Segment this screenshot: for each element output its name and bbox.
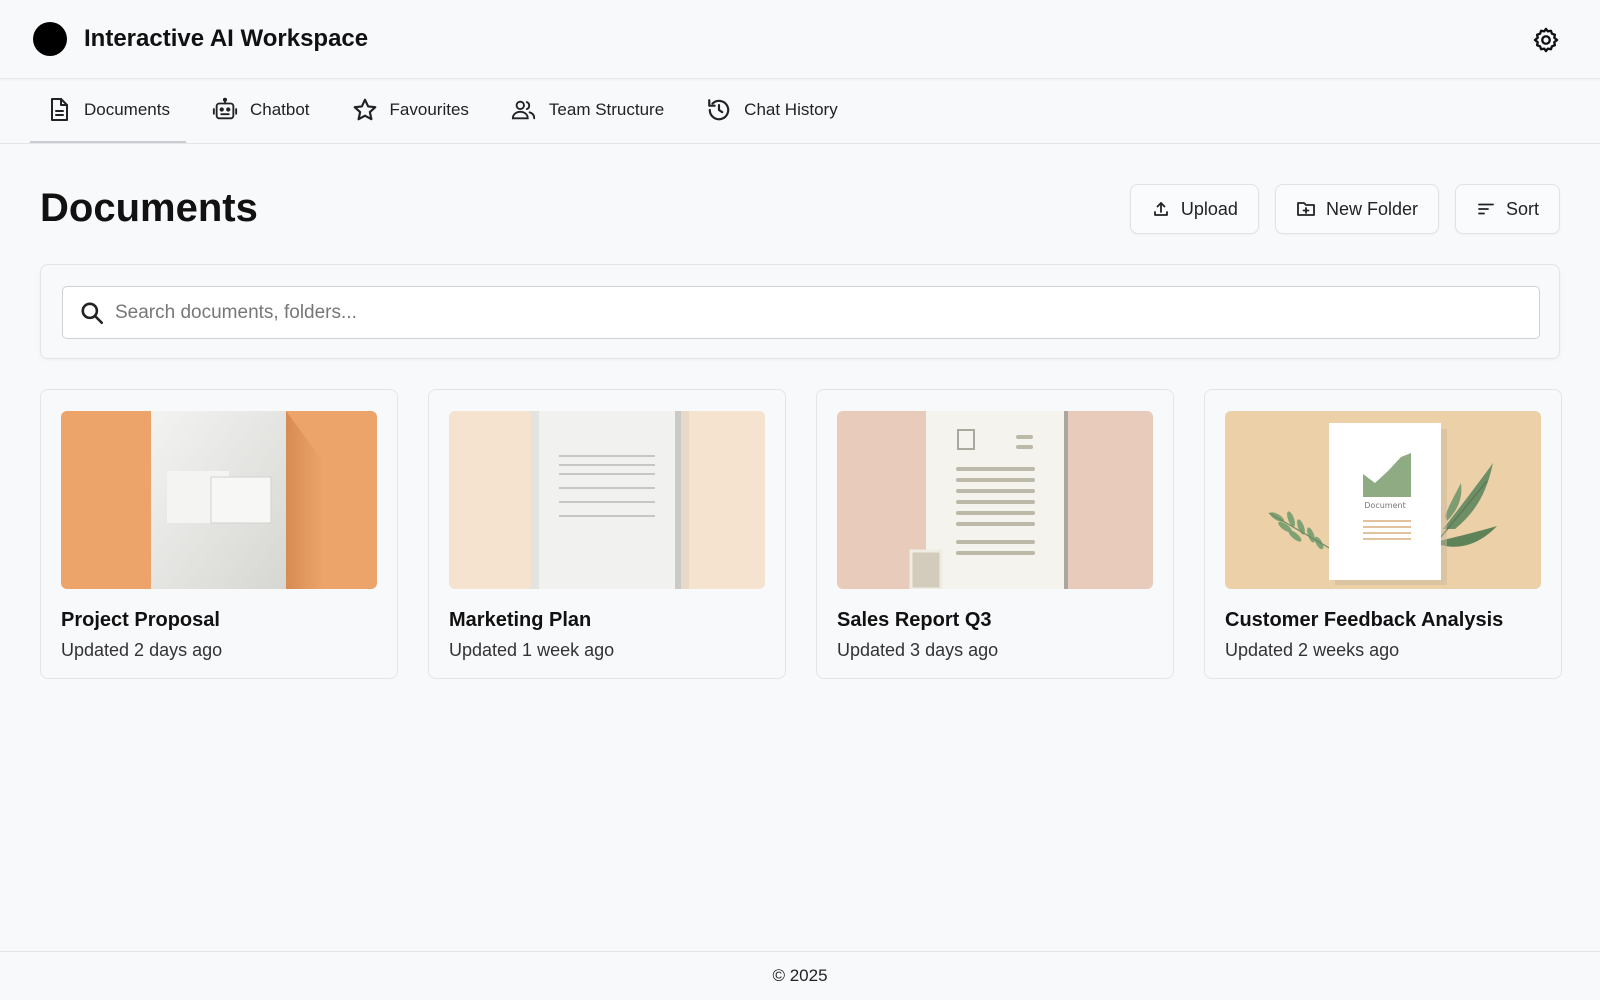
document-card[interactable]: Marketing Plan Updated 1 week ago: [428, 389, 786, 679]
thumbnail-caption: Document: [1364, 501, 1405, 510]
app-header: Interactive AI Workspace: [0, 0, 1600, 79]
document-updated: Updated 3 days ago: [837, 640, 999, 660]
document-title: Sales Report Q3: [837, 609, 992, 631]
tab-label: Team Structure: [548, 100, 665, 119]
document-title: Project Proposal: [61, 609, 220, 631]
document-thumbnail: [61, 411, 377, 589]
document-card[interactable]: Project Proposal Updated 2 days ago: [40, 389, 398, 679]
document-updated: Updated 1 week ago: [449, 640, 615, 660]
document-card[interactable]: Document Customer Feedback Analysis Upda…: [1204, 389, 1562, 679]
tab-favourites[interactable]: Favourites: [336, 79, 485, 143]
sort-icon: [1476, 199, 1496, 219]
document-grid: Project Proposal Updated 2 days ago Mark…: [40, 389, 1562, 679]
upload-label: Upload: [1180, 198, 1238, 219]
search-box[interactable]: [62, 286, 1540, 339]
gear-icon[interactable]: [1532, 26, 1560, 54]
logo-icon: [33, 22, 67, 56]
search-panel: [40, 264, 1560, 359]
page-title: Documents: [40, 186, 258, 230]
document-icon: [46, 97, 72, 123]
tab-chat-history[interactable]: Chat History: [690, 79, 854, 143]
main-tabs: Documents Chatbot Favourites Team Struct…: [0, 79, 1600, 144]
document-card[interactable]: Sales Report Q3 Updated 3 days ago: [816, 389, 1174, 679]
tab-team-structure[interactable]: Team Structure: [495, 79, 680, 143]
tab-label: Chat History: [744, 100, 838, 119]
sort-label: Sort: [1505, 198, 1539, 219]
search-input[interactable]: [115, 301, 1539, 324]
tab-label: Chatbot: [249, 100, 310, 119]
folder-plus-icon: [1296, 199, 1316, 219]
star-icon: [352, 97, 378, 123]
document-updated: Updated 2 days ago: [61, 640, 223, 660]
document-thumbnail: Document: [1225, 411, 1541, 589]
document-thumbnail: [449, 411, 765, 589]
toolbar: Upload New Folder Sort: [1114, 184, 1560, 234]
copyright-text: © 2025: [772, 966, 828, 985]
new-folder-label: New Folder: [1325, 198, 1418, 219]
users-icon: [511, 97, 537, 123]
document-title: Customer Feedback Analysis: [1225, 609, 1504, 631]
tab-label: Favourites: [389, 100, 469, 119]
new-folder-button[interactable]: New Folder: [1274, 184, 1439, 234]
app-title: Interactive AI Workspace: [84, 25, 369, 52]
document-thumbnail: [837, 411, 1153, 589]
tab-chatbot[interactable]: Chatbot: [196, 79, 326, 143]
footer: © 2025: [0, 951, 1600, 1000]
history-icon: [706, 97, 732, 123]
upload-button[interactable]: Upload: [1129, 184, 1259, 234]
tab-label: Documents: [84, 100, 170, 119]
sort-button[interactable]: Sort: [1454, 184, 1560, 234]
document-updated: Updated 2 weeks ago: [1225, 640, 1400, 660]
search-icon: [81, 301, 104, 324]
robot-icon: [212, 97, 238, 123]
tab-documents[interactable]: Documents: [30, 79, 186, 143]
upload-icon: [1151, 199, 1171, 219]
document-title: Marketing Plan: [449, 609, 592, 631]
